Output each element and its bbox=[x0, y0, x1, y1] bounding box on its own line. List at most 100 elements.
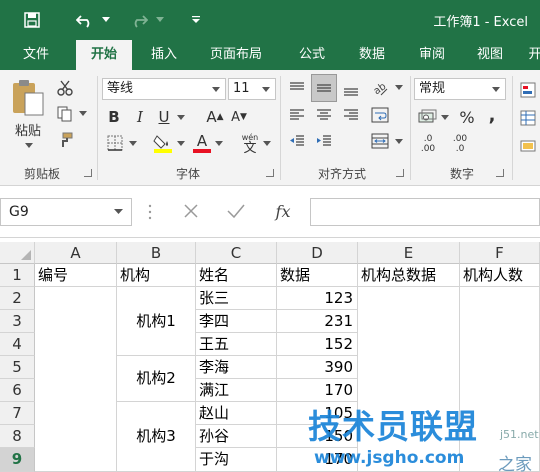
column-header-b[interactable]: B bbox=[117, 242, 196, 264]
number-format-dropdown-icon[interactable] bbox=[492, 87, 500, 92]
align-bottom-icon[interactable] bbox=[340, 78, 362, 100]
tab-home[interactable]: 开始 bbox=[76, 40, 132, 70]
value-cell[interactable]: 231 bbox=[277, 310, 358, 333]
number-launcher-icon[interactable] bbox=[496, 169, 504, 177]
format-painter-icon[interactable] bbox=[54, 130, 76, 150]
select-all-corner[interactable] bbox=[0, 242, 35, 264]
cancel-entry-icon[interactable] bbox=[182, 202, 202, 222]
merged-cell[interactable] bbox=[35, 287, 117, 472]
borders-icon[interactable] bbox=[104, 132, 126, 154]
header-cell[interactable]: 编号 bbox=[35, 264, 117, 287]
paste-dropdown-icon[interactable] bbox=[22, 140, 36, 150]
value-cell[interactable]: 123 bbox=[277, 287, 358, 310]
decrease-indent-icon[interactable] bbox=[286, 130, 308, 152]
tab-page-layout[interactable]: 页面布局 bbox=[196, 40, 276, 70]
merged-cell[interactable] bbox=[460, 287, 540, 472]
increase-decimal-button[interactable]: .0 .00 bbox=[416, 130, 440, 158]
font-color-button[interactable]: A bbox=[190, 130, 214, 156]
cut-icon[interactable] bbox=[54, 78, 76, 98]
name-cell[interactable]: 张三 bbox=[196, 287, 277, 310]
name-box-dropdown-icon[interactable] bbox=[114, 209, 123, 215]
name-box[interactable]: G9 bbox=[0, 198, 132, 226]
tab-file[interactable]: 文件 bbox=[10, 40, 62, 70]
accounting-format-icon[interactable] bbox=[416, 106, 440, 128]
customize-toolbar-icon[interactable] bbox=[188, 8, 204, 32]
redo-dropdown-icon[interactable] bbox=[154, 8, 166, 32]
row-header-5[interactable]: 5 bbox=[0, 356, 35, 379]
number-format-combo[interactable]: 常规 bbox=[414, 78, 506, 100]
row-header-4[interactable]: 4 bbox=[0, 333, 35, 356]
header-cell[interactable]: 数据 bbox=[277, 264, 358, 287]
font-size-combo[interactable]: 11 bbox=[228, 78, 276, 100]
font-color-dropdown-icon[interactable] bbox=[214, 138, 224, 148]
name-cell[interactable]: 孙谷 bbox=[196, 425, 277, 448]
row-header-6[interactable]: 6 bbox=[0, 379, 35, 402]
phonetic-button[interactable]: wén 文 bbox=[236, 130, 264, 158]
header-cell[interactable]: 机构 bbox=[117, 264, 196, 287]
insert-function-button[interactable]: fx bbox=[266, 198, 300, 226]
accounting-dropdown-icon[interactable] bbox=[440, 112, 450, 122]
wrap-text-icon[interactable] bbox=[368, 104, 392, 126]
align-middle-icon[interactable] bbox=[311, 74, 337, 102]
percent-button[interactable]: % bbox=[456, 106, 478, 128]
undo-dropdown-icon[interactable] bbox=[100, 8, 112, 32]
increase-indent-icon[interactable] bbox=[313, 130, 335, 152]
grow-font-button[interactable]: A ▲ bbox=[204, 106, 226, 128]
name-cell[interactable]: 李四 bbox=[196, 310, 277, 333]
value-cell[interactable]: 390 bbox=[277, 356, 358, 379]
value-cell[interactable]: 150 bbox=[277, 425, 358, 448]
value-cell[interactable]: 152 bbox=[277, 333, 358, 356]
decrease-decimal-button[interactable]: .00 .0 bbox=[448, 130, 472, 158]
font-launcher-icon[interactable] bbox=[266, 169, 274, 177]
name-cell[interactable]: 于沟 bbox=[196, 448, 277, 472]
clipboard-launcher-icon[interactable] bbox=[84, 169, 92, 177]
format-table-icon[interactable] bbox=[518, 108, 538, 128]
bold-button[interactable]: B bbox=[104, 106, 124, 128]
redo-icon[interactable] bbox=[128, 8, 150, 32]
tab-view[interactable]: 视图 bbox=[464, 40, 516, 70]
paste-label[interactable]: 粘贴 bbox=[8, 120, 48, 139]
align-center-icon[interactable] bbox=[313, 104, 335, 126]
enter-icon[interactable] bbox=[226, 202, 248, 222]
formula-input[interactable] bbox=[310, 198, 540, 226]
group-cell[interactable]: 机构2 bbox=[117, 356, 196, 402]
font-name-dropdown-icon[interactable] bbox=[212, 87, 220, 92]
name-cell[interactable]: 李海 bbox=[196, 356, 277, 379]
worksheet-grid[interactable]: A B C D E F 123456789 编号 机构 姓名 数据 机构总数据 机构人数机… bbox=[0, 242, 540, 472]
row-header-8[interactable]: 8 bbox=[0, 425, 35, 448]
column-header-c[interactable]: C bbox=[196, 242, 277, 264]
column-header-a[interactable]: A bbox=[35, 242, 117, 264]
header-cell[interactable]: 姓名 bbox=[196, 264, 277, 287]
merge-dropdown-icon[interactable] bbox=[394, 136, 404, 146]
column-header-d[interactable]: D bbox=[277, 242, 358, 264]
tab-review[interactable]: 审阅 bbox=[406, 40, 458, 70]
phonetic-dropdown-icon[interactable] bbox=[262, 138, 272, 148]
column-header-e[interactable]: E bbox=[358, 242, 460, 264]
tab-formulas[interactable]: 公式 bbox=[286, 40, 338, 70]
underline-button[interactable]: U bbox=[154, 106, 174, 128]
formula-bar-grip-icon[interactable] bbox=[148, 202, 152, 222]
value-cell[interactable]: 170 bbox=[277, 448, 358, 472]
save-icon[interactable] bbox=[20, 8, 44, 32]
align-top-icon[interactable] bbox=[286, 78, 308, 100]
header-cell[interactable]: 机构人数 bbox=[460, 264, 540, 287]
font-name-combo[interactable]: 等线 bbox=[102, 78, 226, 100]
group-cell[interactable]: 机构3 bbox=[117, 402, 196, 472]
tab-insert[interactable]: 插入 bbox=[138, 40, 190, 70]
paste-icon[interactable] bbox=[8, 78, 48, 118]
merged-cell[interactable] bbox=[358, 287, 460, 472]
row-header-2[interactable]: 2 bbox=[0, 287, 35, 310]
tab-data[interactable]: 数据 bbox=[346, 40, 398, 70]
conditional-format-icon[interactable] bbox=[518, 80, 538, 100]
merge-center-icon[interactable] bbox=[368, 130, 392, 152]
copy-dropdown-icon[interactable] bbox=[78, 108, 88, 118]
tab-more[interactable]: 开 bbox=[520, 40, 540, 70]
header-cell[interactable]: 机构总数据 bbox=[358, 264, 460, 287]
shrink-font-button[interactable]: A ▼ bbox=[228, 106, 250, 128]
copy-icon[interactable] bbox=[54, 104, 76, 124]
align-right-icon[interactable] bbox=[340, 104, 362, 126]
borders-dropdown-icon[interactable] bbox=[128, 138, 138, 148]
underline-dropdown-icon[interactable] bbox=[176, 112, 186, 122]
undo-icon[interactable] bbox=[74, 8, 96, 32]
name-cell[interactable]: 满江 bbox=[196, 379, 277, 402]
